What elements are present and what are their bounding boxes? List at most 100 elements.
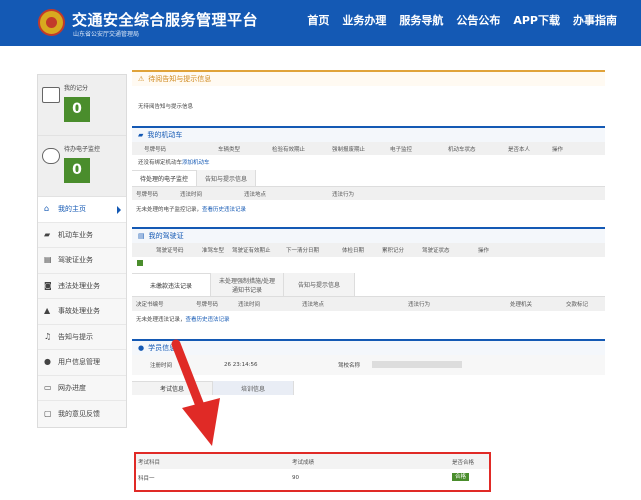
column-header: 考试成绩 — [292, 459, 315, 466]
sidebar-item-feedback[interactable]: ▢ 我的意见反馈 — [38, 401, 126, 427]
violation-empty-row: 无未处理违法记录， 查看历史违法记录 — [132, 311, 605, 327]
column-header: 违法行为 — [332, 191, 355, 198]
nav-notices[interactable]: 公告公布 — [456, 12, 500, 28]
sidebar-item-label: 机动车业务 — [58, 230, 93, 239]
column-header: 是否本人 — [508, 146, 531, 153]
monitor-label: 待办电子监控 — [64, 146, 101, 153]
reg-time-value: 26 23:14:56 — [224, 362, 258, 368]
exam-subject: 科目一 — [138, 475, 155, 482]
column-header: 车辆类型 — [218, 146, 241, 153]
card-icon: ▤ — [138, 232, 145, 240]
violation-table-header: 决定书编号 号牌号码 违法时间 违法地点 违法行为 处理机关 交款标记 — [132, 297, 605, 311]
history-violation-link[interactable]: 查看历史违法记录 — [186, 315, 230, 323]
chevron-right-icon — [117, 206, 121, 214]
column-header: 违法行为 — [408, 302, 431, 308]
column-header: 违法地点 — [244, 191, 267, 198]
score-value: 0 — [64, 97, 90, 122]
column-header: 违法时间 — [180, 191, 203, 198]
history-violation-link[interactable]: 查看历史违法记录 — [202, 205, 246, 213]
vehicle-table-header: 号牌号码 车辆类型 检验有效期止 强制报废期止 电子监控 机动车状态 是否本人 … — [132, 142, 605, 155]
sidebar-item-progress[interactable]: ▭ 网办进度 — [38, 376, 126, 401]
sidebar-item-vehicle[interactable]: ▰ 机动车业务 — [38, 223, 126, 248]
top-nav: 首页 业务办理 服务导航 公告公布 APP下载 办事指南 — [307, 12, 617, 28]
scorecard-icon — [42, 87, 60, 103]
sidebar-item-accident[interactable]: ▲ 事故处理业务 — [38, 299, 126, 325]
nav-business[interactable]: 业务办理 — [342, 12, 386, 28]
red-arrow-icon — [171, 339, 220, 446]
tab-vehicle-notice[interactable]: 告知与提示信息 — [197, 170, 257, 186]
vehicle-panel-title: ▰ 我的机动车 — [132, 126, 605, 142]
tab-coercive-measures[interactable]: 未处理强制措施/处理 通知书记录 — [211, 273, 285, 296]
monitor-empty-text: 无未处理的电子监控记录， — [136, 206, 203, 213]
pass-badge: 合格 — [452, 473, 470, 481]
score-card[interactable]: 我的记分 0 — [38, 75, 126, 136]
monitor-table-header: 号牌号码 违法时间 违法地点 违法行为 — [132, 187, 605, 200]
vehicle-empty-row: 还没有绑定机动车 添加机动车 — [132, 155, 605, 168]
sidebar-item-label: 用户信息管理 — [58, 358, 100, 367]
column-header: 号牌号码 — [136, 191, 159, 198]
user-icon: ● — [44, 357, 51, 367]
tab-label: 通知书记录 — [232, 286, 263, 294]
sidebar-item-label: 我的主页 — [58, 205, 86, 214]
warning-icon: ▲ — [44, 306, 51, 316]
sidebar-item-label: 网办进度 — [58, 383, 86, 392]
truck-icon: ▰ — [44, 229, 51, 239]
column-header: 驾驶证有效期止 — [232, 248, 271, 254]
tab-pending-monitor[interactable]: 待处理的电子监控 — [132, 170, 198, 186]
column-header: 检验有效期止 — [272, 146, 306, 153]
sidebar-item-label: 违法处理业务 — [58, 281, 100, 290]
notice-title-text: 待阅告知与提示信息 — [148, 75, 212, 83]
notice-panel-title: ⚠ 待阅告知与提示信息 — [132, 70, 605, 86]
monitor-card[interactable]: 待办电子监控 0 — [38, 136, 126, 197]
site-subtitle: 山东省公安厅交通管理局 — [73, 31, 140, 38]
exam-highlight-box: 考试科目 考试成绩 是否合格 科目一 90 合格 — [134, 452, 491, 492]
sidebar-item-user[interactable]: ● 用户信息管理 — [38, 350, 126, 376]
column-header: 是否合格 — [452, 459, 475, 466]
sidebar: 我的记分 0 待办电子监控 0 ⌂ 我的主页 ▰ 机动车业务 ▤ 驾驶证业务 ◙… — [37, 74, 127, 428]
nav-guide[interactable]: 办事指南 — [573, 12, 617, 28]
column-header: 驾驶证号码 — [156, 248, 184, 254]
site-title: 交通安全综合服务管理平台 — [72, 11, 259, 29]
police-emblem-icon — [38, 9, 65, 36]
sidebar-item-label: 驾驶证业务 — [58, 256, 93, 265]
sidebar-item-violation[interactable]: ◙ 违法处理业务 — [38, 274, 126, 299]
sidebar-item-label: 告知与提示 — [58, 332, 93, 341]
card-icon: ▤ — [44, 255, 52, 265]
column-header: 体检日期 — [342, 248, 365, 254]
column-header: 处理机关 — [510, 302, 533, 308]
vehicle-title-text: 我的机动车 — [147, 131, 183, 139]
column-header: 违法时间 — [238, 302, 261, 308]
school-label: 驾校名称 — [338, 363, 361, 369]
column-header: 准驾车型 — [202, 248, 225, 254]
nav-app-download[interactable]: APP下载 — [513, 12, 560, 28]
column-header: 操作 — [478, 248, 490, 254]
column-header: 号牌号码 — [196, 302, 219, 308]
exam-score: 90 — [292, 474, 299, 481]
home-icon: ⌂ — [44, 204, 50, 214]
add-vehicle-link[interactable]: 添加机动车 — [182, 158, 210, 166]
column-header: 驾驶证状态 — [422, 248, 450, 254]
license-tabs: 未缴款违法记录 未处理强制措施/处理 通知书记录 告知与提示信息 — [132, 273, 605, 297]
nav-service[interactable]: 服务导航 — [399, 12, 443, 28]
sidebar-item-home[interactable]: ⌂ 我的主页 — [38, 197, 126, 223]
camera-monitor-icon — [42, 148, 60, 164]
nav-home[interactable]: 首页 — [307, 12, 329, 28]
truck-icon: ▰ — [138, 131, 144, 139]
notice-body: 无待阅告知与提示信息 — [138, 104, 194, 110]
tab-label: 未处理强制措施/处理 — [219, 277, 276, 285]
school-name-redacted — [372, 361, 462, 368]
vehicle-tabs: 待处理的电子监控 告知与提示信息 — [132, 170, 605, 187]
tab-license-notice[interactable]: 告知与提示信息 — [284, 273, 356, 296]
warning-icon: ⚠ — [138, 75, 145, 83]
score-label: 我的记分 — [64, 85, 89, 92]
violation-empty-text: 无未处理违法记录， — [136, 317, 186, 323]
sidebar-item-license[interactable]: ▤ 驾驶证业务 — [38, 248, 126, 274]
sidebar-item-notice[interactable]: ♫ 告知与提示 — [38, 325, 126, 350]
license-status-marker — [137, 260, 143, 266]
user-icon: ● — [138, 344, 145, 352]
license-title-text: 我的驾驶证 — [148, 232, 184, 240]
column-header: 决定书编号 — [136, 302, 164, 308]
column-header: 违法地点 — [302, 302, 325, 308]
exam-table-header: 考试科目 考试成绩 是否合格 — [136, 454, 489, 469]
tab-unpaid-violations[interactable]: 未缴款违法记录 — [132, 273, 212, 296]
